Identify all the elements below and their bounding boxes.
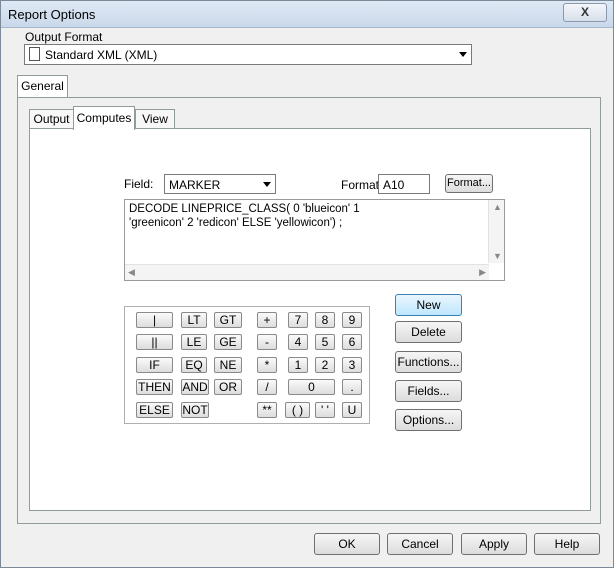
key-le[interactable]: LE (181, 334, 207, 350)
tab-output[interactable]: Output (29, 109, 74, 129)
key-0[interactable]: 0 (288, 379, 335, 395)
fields-button-label: Fields... (407, 384, 450, 398)
key-6[interactable]: 6 (342, 334, 362, 350)
fields-button[interactable]: Fields... (395, 380, 462, 402)
format-button[interactable]: Format... (445, 174, 493, 193)
field-label: Field: (124, 177, 154, 191)
document-icon (29, 47, 40, 61)
new-button[interactable]: New (395, 294, 462, 316)
key-eq[interactable]: EQ (181, 357, 207, 373)
key-lt[interactable]: LT (181, 312, 207, 328)
key-3[interactable]: 3 (342, 357, 362, 373)
format-value: A10 (383, 178, 405, 192)
scroll-left-icon[interactable]: ◀ (128, 267, 135, 278)
key-plus[interactable]: + (257, 312, 277, 328)
scroll-down-icon[interactable]: ▼ (493, 251, 502, 261)
key-ne[interactable]: NE (214, 357, 242, 373)
key-4[interactable]: 4 (288, 334, 308, 350)
chevron-down-icon (459, 52, 467, 57)
cancel-button-label: Cancel (401, 537, 439, 551)
operator-keypad: | LT GT + 7 8 9 || LE GE - 4 5 6 IF EQ N… (124, 306, 370, 424)
expression-line: DECODE LINEPRICE_CLASS( 0 'blueicon' 1 (129, 203, 360, 215)
chevron-down-icon (263, 182, 271, 187)
key-8[interactable]: 8 (315, 312, 335, 328)
key-power[interactable]: ** (257, 402, 277, 418)
key-then[interactable]: THEN (136, 379, 173, 395)
key-and[interactable]: AND (181, 379, 209, 395)
output-format-label: Output Format (25, 30, 103, 44)
vertical-scrollbar[interactable]: ▲ ▼ (488, 200, 504, 263)
key-decimal[interactable]: . (342, 379, 362, 395)
ok-button-label: OK (338, 537, 356, 551)
key-or[interactable]: OR (214, 379, 242, 395)
key-minus[interactable]: - (257, 334, 277, 350)
options-button[interactable]: Options... (395, 409, 462, 431)
format-input[interactable]: A10 (378, 174, 430, 194)
field-select[interactable]: MARKER (164, 174, 276, 194)
cancel-button[interactable]: Cancel (387, 533, 453, 555)
format-button-label: Format... (446, 177, 491, 189)
key-1[interactable]: 1 (288, 357, 308, 373)
field-value: MARKER (169, 178, 221, 192)
tab-general[interactable]: General (17, 75, 68, 98)
key-not[interactable]: NOT (181, 402, 209, 418)
key-parentheses[interactable]: ( ) (285, 402, 310, 418)
title-bar: Report Options X (1, 1, 613, 28)
output-format-select[interactable]: Standard XML (XML) (24, 44, 472, 65)
key-quotes[interactable]: ' ' (315, 402, 335, 418)
expression-line: 'greenicon' 2 'redicon' ELSE 'yellowicon… (129, 217, 343, 229)
tab-view-label: View (142, 112, 168, 126)
tab-output-label: Output (33, 112, 70, 126)
tab-view[interactable]: View (135, 109, 175, 129)
apply-button[interactable]: Apply (461, 533, 527, 555)
options-button-label: Options... (402, 413, 455, 427)
tab-computes-label: Computes (76, 111, 132, 125)
new-button-label: New (416, 298, 441, 312)
delete-button-label: Delete (411, 325, 446, 339)
key-2[interactable]: 2 (315, 357, 335, 373)
help-button-label: Help (554, 537, 580, 551)
expression-editor[interactable]: DECODE LINEPRICE_CLASS( 0 'blueicon' 1 '… (124, 199, 505, 281)
help-button[interactable]: Help (534, 533, 600, 555)
ok-button[interactable]: OK (314, 533, 380, 555)
format-label: Format: (341, 178, 383, 192)
key-double-pipe[interactable]: || (136, 334, 173, 350)
key-divide[interactable]: / (257, 379, 277, 395)
tab-general-label: General (21, 79, 64, 93)
scroll-up-icon[interactable]: ▲ (493, 202, 502, 212)
functions-button[interactable]: Functions... (395, 351, 462, 373)
key-gt[interactable]: GT (214, 312, 242, 328)
functions-button-label: Functions... (397, 355, 460, 369)
close-icon: X (580, 5, 589, 19)
report-options-dialog: Report Options X Output Format Standard … (0, 0, 614, 568)
key-5[interactable]: 5 (315, 334, 335, 350)
key-u[interactable]: U (342, 402, 362, 418)
key-9[interactable]: 9 (342, 312, 362, 328)
tab-computes[interactable]: Computes (73, 106, 135, 130)
apply-button-label: Apply (478, 537, 510, 551)
horizontal-scrollbar[interactable]: ◀ ▶ (125, 264, 489, 280)
key-else[interactable]: ELSE (136, 402, 173, 418)
key-ge[interactable]: GE (214, 334, 242, 350)
key-7[interactable]: 7 (288, 312, 308, 328)
key-multiply[interactable]: * (257, 357, 277, 373)
key-pipe[interactable]: | (136, 312, 173, 328)
window-title: Report Options (8, 7, 96, 22)
close-button[interactable]: X (563, 3, 607, 22)
delete-button[interactable]: Delete (395, 321, 462, 343)
scroll-right-icon[interactable]: ▶ (479, 267, 486, 278)
output-format-value: Standard XML (XML) (45, 48, 158, 62)
key-if[interactable]: IF (136, 357, 173, 373)
